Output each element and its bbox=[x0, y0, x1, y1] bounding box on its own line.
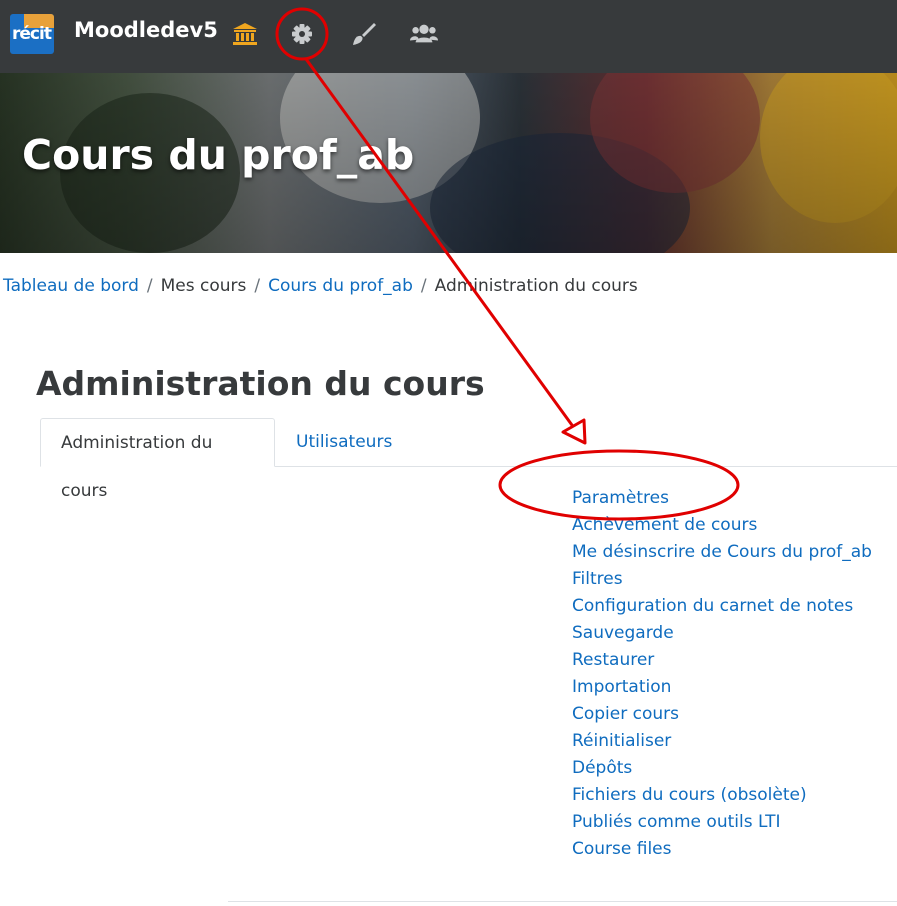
link-backup[interactable]: Sauvegarde bbox=[572, 623, 674, 643]
list-item: Paramètres bbox=[572, 487, 872, 514]
link-repositories[interactable]: Dépôts bbox=[572, 758, 632, 778]
top-navbar: récit Moodledev5 bbox=[0, 0, 897, 73]
link-copy-course[interactable]: Copier cours bbox=[572, 704, 679, 724]
breadcrumb-separator: / bbox=[254, 276, 261, 296]
breadcrumb-course[interactable]: Cours du prof_ab bbox=[268, 276, 413, 296]
list-item: Achèvement de cours bbox=[572, 514, 872, 541]
paintbrush-icon[interactable] bbox=[350, 20, 378, 48]
tab-users[interactable]: Utilisateurs bbox=[276, 418, 412, 466]
link-course-completion[interactable]: Achèvement de cours bbox=[572, 515, 757, 535]
link-import[interactable]: Importation bbox=[572, 677, 671, 697]
list-item: Fichiers du cours (obsolète) bbox=[572, 784, 872, 811]
link-gradebook-setup[interactable]: Configuration du carnet de notes bbox=[572, 596, 853, 616]
list-item: Réinitialiser bbox=[572, 730, 872, 757]
admin-links-list: Paramètres Achèvement de cours Me désins… bbox=[572, 487, 872, 865]
list-item: Copier cours bbox=[572, 703, 872, 730]
link-reset[interactable]: Réinitialiser bbox=[572, 731, 671, 751]
list-item: Publiés comme outils LTI bbox=[572, 811, 872, 838]
list-item: Restaurer bbox=[572, 649, 872, 676]
link-legacy-files[interactable]: Fichiers du cours (obsolète) bbox=[572, 785, 807, 805]
link-filters[interactable]: Filtres bbox=[572, 569, 623, 589]
course-title: Cours du prof_ab bbox=[22, 131, 415, 179]
link-lti-tools[interactable]: Publiés comme outils LTI bbox=[572, 812, 781, 832]
tab-course-administration[interactable]: Administration du cours bbox=[40, 418, 275, 501]
gear-icon[interactable] bbox=[288, 20, 316, 48]
breadcrumb: Tableau de bord / Mes cours / Cours du prof_… bbox=[3, 276, 638, 296]
list-item: Filtres bbox=[572, 568, 872, 595]
site-logo[interactable]: récit bbox=[10, 14, 54, 54]
link-restore[interactable]: Restaurer bbox=[572, 650, 654, 670]
breadcrumb-current: Administration du cours bbox=[434, 276, 638, 296]
logo-text: récit bbox=[12, 24, 52, 44]
list-item: Sauvegarde bbox=[572, 622, 872, 649]
page-title: Administration du cours bbox=[36, 364, 485, 403]
list-item: Dépôts bbox=[572, 757, 872, 784]
link-unenrol[interactable]: Me désinscrire de Cours du prof_ab bbox=[572, 542, 872, 562]
list-item: Course files bbox=[572, 838, 872, 865]
link-settings[interactable]: Paramètres bbox=[572, 488, 669, 508]
site-name[interactable]: Moodledev5 bbox=[74, 18, 218, 42]
list-item: Configuration du carnet de notes bbox=[572, 595, 872, 622]
breadcrumb-my-courses: Mes cours bbox=[160, 276, 247, 296]
list-item: Me désinscrire de Cours du prof_ab bbox=[572, 541, 872, 568]
link-course-files[interactable]: Course files bbox=[572, 839, 672, 859]
breadcrumb-dashboard[interactable]: Tableau de bord bbox=[3, 276, 139, 296]
course-banner: Cours du prof_ab bbox=[0, 73, 897, 253]
breadcrumb-separator: / bbox=[146, 276, 153, 296]
users-icon[interactable] bbox=[410, 20, 438, 48]
list-item: Importation bbox=[572, 676, 872, 703]
footer-divider bbox=[228, 901, 897, 902]
annotation-arrowhead bbox=[561, 418, 587, 445]
institution-icon[interactable] bbox=[231, 20, 259, 48]
breadcrumb-separator: / bbox=[420, 276, 427, 296]
